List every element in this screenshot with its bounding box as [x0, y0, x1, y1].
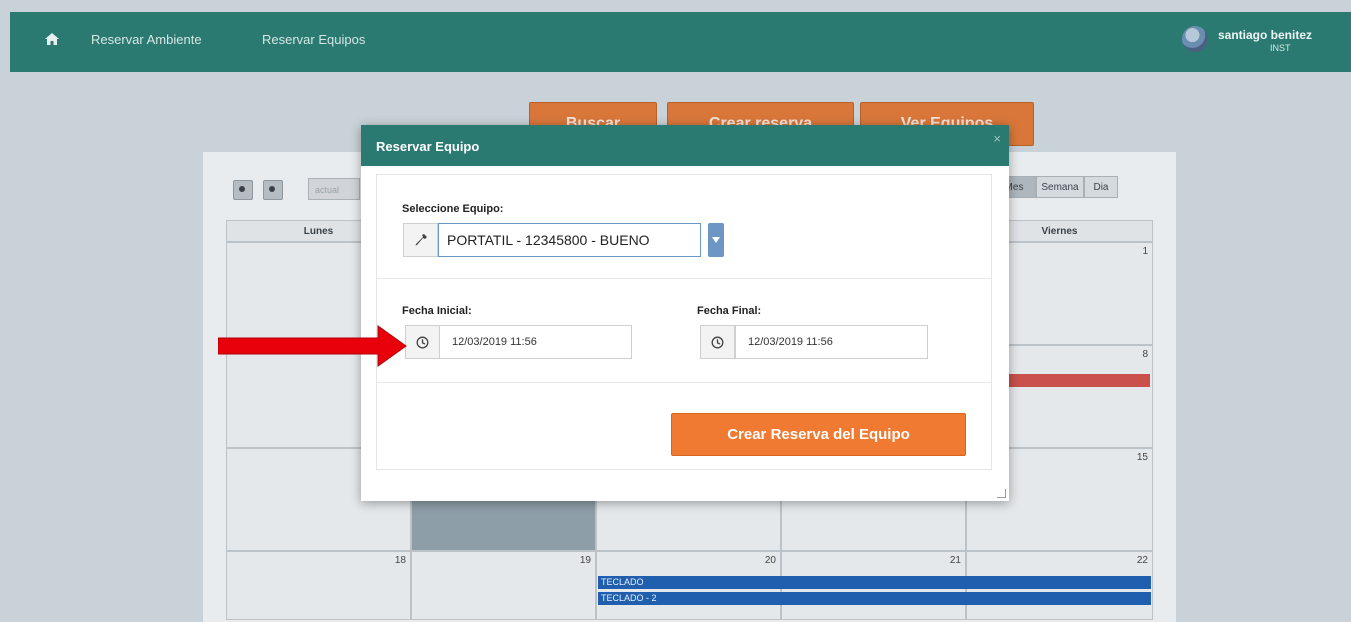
calendar-event[interactable]: TECLADO: [598, 576, 1151, 589]
day-number: 22: [1136, 555, 1148, 566]
nav-link-reservar-equipos[interactable]: Reservar Equipos: [262, 32, 365, 47]
day-number: 19: [579, 555, 591, 566]
day-cell[interactable]: 18: [226, 551, 411, 620]
user-role: INST: [1270, 43, 1291, 53]
day-number: 18: [394, 555, 406, 566]
home-icon[interactable]: [44, 31, 60, 47]
clock-icon[interactable]: [700, 325, 735, 359]
chevron-down-icon[interactable]: [708, 223, 724, 257]
equipo-label: Seleccione Equipo:: [402, 203, 504, 215]
view-week-button[interactable]: Semana: [1036, 176, 1084, 198]
day-number: 15: [1136, 452, 1148, 463]
wrench-icon: [403, 223, 438, 257]
day-number: 8: [1142, 349, 1148, 360]
avatar[interactable]: [1182, 26, 1208, 52]
top-navbar: Reservar Ambiente Reservar Equipos santi…: [10, 12, 1351, 72]
fecha-final-label: Fecha Final:: [697, 305, 762, 317]
day-number: 1: [1142, 246, 1148, 257]
calendar-prev-button[interactable]: [233, 180, 253, 200]
close-icon[interactable]: ×: [993, 131, 1001, 146]
modal-body: Seleccione Equipo: PORTATIL - 12345800 -…: [376, 174, 992, 470]
resize-handle[interactable]: [997, 489, 1006, 498]
calendar-today-button[interactable]: actual: [308, 178, 360, 200]
day-number: 20: [764, 555, 776, 566]
fecha-final-input[interactable]: 12/03/2019 11:56: [735, 325, 928, 359]
fecha-inicial-label: Fecha Inicial:: [402, 305, 472, 317]
calendar-next-button[interactable]: [263, 180, 283, 200]
nav-link-reservar-ambiente[interactable]: Reservar Ambiente: [91, 32, 202, 47]
view-day-button[interactable]: Dia: [1084, 176, 1118, 198]
user-name[interactable]: santiago benitez: [1218, 28, 1312, 42]
annotation-arrow-icon: [218, 325, 407, 367]
calendar-event[interactable]: TECLADO - 2: [598, 592, 1151, 605]
section-divider: [377, 278, 991, 279]
modal-header: Reservar Equipo ×: [361, 125, 1009, 166]
section-divider: [377, 382, 991, 383]
modal-title: Reservar Equipo: [376, 139, 480, 154]
day-number: 21: [949, 555, 961, 566]
equipo-select[interactable]: PORTATIL - 12345800 - BUENO: [438, 223, 701, 257]
reservar-equipo-modal: Reservar Equipo × Seleccione Equipo: POR…: [361, 125, 1009, 501]
fecha-inicial-input[interactable]: 12/03/2019 11:56: [439, 325, 632, 359]
day-cell[interactable]: 19: [411, 551, 596, 620]
clock-icon[interactable]: [405, 325, 440, 359]
crear-reserva-equipo-button[interactable]: Crear Reserva del Equipo: [671, 413, 966, 456]
